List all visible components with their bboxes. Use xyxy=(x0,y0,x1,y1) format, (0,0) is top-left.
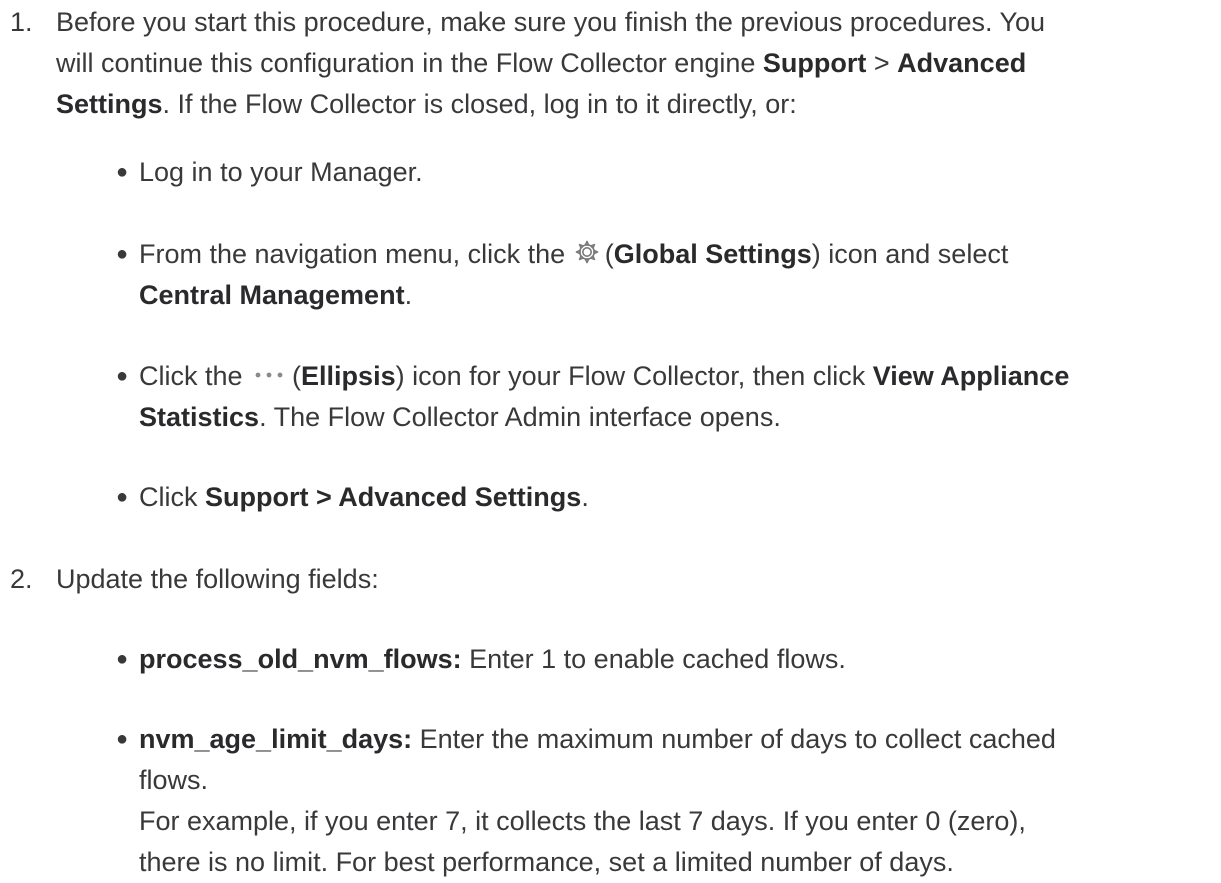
step-number: 1. xyxy=(10,7,33,37)
text-run: . The Flow Collector Admin interface ope… xyxy=(259,402,781,432)
text-run: Click xyxy=(139,482,205,512)
ui-path-support: Support xyxy=(762,48,867,78)
text-run: > xyxy=(866,48,898,78)
text-run: Enter 1 to enable cached flows. xyxy=(461,644,846,674)
list-item-text: process_old_nvm_flows: Enter 1 to enable… xyxy=(139,639,1213,680)
text-run: Enter the maximum number of days to coll… xyxy=(412,724,1056,754)
ui-label-view-appliance: View Appliance xyxy=(872,361,1070,391)
step-2-text: Update the following fields: xyxy=(56,564,379,594)
list-item-text: Log in to your Manager. xyxy=(139,157,423,187)
list-item-text: nvm_age_limit_days: Enter the maximum nu… xyxy=(139,719,1213,883)
bullet-dot: ● xyxy=(116,648,129,670)
ui-path-advanced: Advanced xyxy=(897,48,1027,78)
field-name-nvm-age-limit-days: nvm_age_limit_days: xyxy=(139,724,413,754)
text-run: . xyxy=(404,280,413,310)
bullet-dot: ● xyxy=(116,365,129,387)
bullet-dot: ● xyxy=(116,486,129,508)
list-item-text: Click Support > Advanced Settings. xyxy=(139,477,1213,518)
step-1-line-3: Settings. If the Flow Collector is close… xyxy=(56,84,1211,125)
list-item-text: From the navigation menu, click the (Glo… xyxy=(139,234,1213,316)
text-run: Click the xyxy=(139,361,251,391)
bullet-dot: ● xyxy=(116,243,129,265)
ellipsis-icon xyxy=(255,372,283,378)
text-run: . xyxy=(581,482,589,512)
text-run: ) icon and select xyxy=(811,239,1009,269)
ui-path-support-advanced-settings: Support > Advanced Settings xyxy=(205,482,582,512)
text-run: ( xyxy=(292,361,302,391)
note-line: there is no limit. For best performance,… xyxy=(139,847,954,877)
text-run: flows. xyxy=(139,765,209,795)
text-run: ) icon for your Flow Collector, then cli… xyxy=(395,361,873,391)
gear-icon xyxy=(575,240,599,264)
ui-label-central-management: Central Management xyxy=(139,280,405,310)
note-line: For example, if you enter 7, it collects… xyxy=(139,806,1026,836)
list-item-text: Click the (Ellipsis) icon for your Flow … xyxy=(139,356,1213,438)
text-run: will continue this configuration in the … xyxy=(56,48,763,78)
text-run: . If the Flow Collector is closed, log i… xyxy=(162,89,797,119)
step-number: 2. xyxy=(10,564,33,594)
ui-path-settings: Settings xyxy=(56,89,163,119)
text-run: From the navigation menu, click the xyxy=(139,239,573,269)
text-run: ( xyxy=(604,239,614,269)
ui-label-global-settings: Global Settings xyxy=(613,239,812,269)
step-1-line-2: will continue this configuration in the … xyxy=(56,43,1211,84)
bullet-dot: ● xyxy=(116,728,129,750)
step-1-line-1: Before you start this procedure, make su… xyxy=(56,7,1046,37)
ui-label-statistics: Statistics xyxy=(139,402,260,432)
field-name-process-old-nvm-flows: process_old_nvm_flows: xyxy=(139,644,462,674)
step-1-text: Before you start this procedure, make su… xyxy=(56,2,1211,125)
document: 1. Before you start this procedure, make… xyxy=(0,0,1221,877)
bullet-dot: ● xyxy=(116,161,129,183)
ui-label-ellipsis: Ellipsis xyxy=(301,361,396,391)
